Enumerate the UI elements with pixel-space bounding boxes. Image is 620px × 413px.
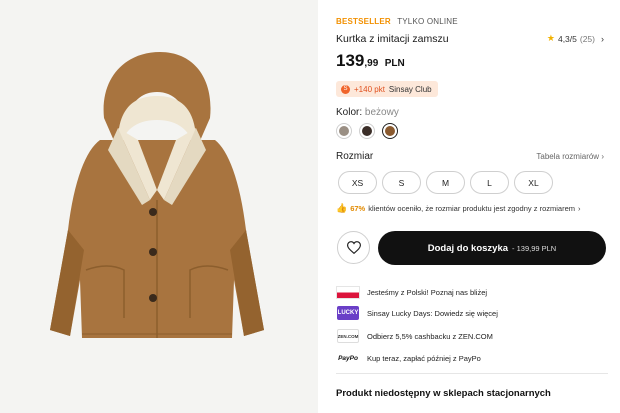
chevron-right-icon: › — [601, 152, 604, 161]
rating-value: 4,3/5 — [557, 33, 577, 44]
promo-text: Jesteśmy z Polski! Poznaj nas bliżej — [367, 287, 488, 297]
price-main: 139 — [336, 51, 365, 70]
rating-summary[interactable]: ★ 4,3/5 (25) › — [547, 33, 604, 44]
add-to-cart-button[interactable]: Dodaj do koszyka - 139,99 PLN — [378, 231, 606, 265]
paypo-icon: PayPo — [338, 354, 358, 362]
chevron-right-icon: › — [578, 204, 581, 213]
color-label-row: Kolor: beżowy — [336, 107, 399, 118]
size-xl-button[interactable]: XL — [514, 171, 553, 194]
size-l-button[interactable]: L — [470, 171, 509, 194]
club-name: Sinsay Club — [388, 84, 432, 94]
promo-polish[interactable]: Jesteśmy z Polski! Poznaj nas bliżej — [336, 283, 487, 301]
wishlist-button[interactable] — [337, 231, 370, 264]
price-decimals: ,99 — [364, 58, 379, 69]
promo-text: Sinsay Lucky Days: Dowiedz się więcej — [367, 308, 498, 318]
lucky-days-icon: LUCKY — [337, 306, 359, 320]
club-points-badge[interactable]: S +140 pkt Sinsay Club — [336, 81, 438, 97]
color-value: beżowy — [364, 107, 399, 118]
online-only-tag: TYLKO ONLINE — [397, 17, 458, 26]
swatch-beige[interactable] — [382, 123, 398, 139]
swatch-grey-brown[interactable] — [336, 123, 352, 139]
size-label: Rozmiar — [336, 151, 374, 162]
add-to-cart-label: Dodaj do koszyka — [427, 242, 509, 254]
chevron-right-icon: › — [601, 33, 604, 44]
club-points: +140 pkt — [354, 84, 385, 94]
promo-zen[interactable]: ZEN.COM Odbierz 5,5% cashbacku z ZEN.COM — [336, 327, 493, 345]
size-m-button[interactable]: M — [426, 171, 465, 194]
product-title: Kurtka z imitacji zamszu — [336, 33, 449, 45]
thumbs-up-icon: 👍 — [336, 203, 348, 213]
color-label: Kolor: — [336, 107, 363, 118]
product-info-panel: BESTSELLER TYLKO ONLINE Kurtka z imitacj… — [336, 0, 608, 413]
product-image[interactable] — [0, 0, 318, 413]
size-xs-button[interactable]: XS — [338, 171, 377, 194]
promo-text: Odbierz 5,5% cashbacku z ZEN.COM — [367, 331, 493, 341]
star-icon: ★ — [546, 33, 555, 43]
product-price: 139,99 PLN — [336, 51, 405, 71]
size-guide-link[interactable]: Tabela rozmiarów › — [536, 152, 604, 161]
promo-lucky-days[interactable]: LUCKY Sinsay Lucky Days: Dowiedz się wię… — [336, 304, 498, 322]
divider — [336, 373, 608, 374]
jacket-illustration — [50, 52, 264, 338]
club-icon: S — [341, 84, 350, 94]
fit-percent: 67% — [350, 204, 366, 213]
add-to-cart-price: - 139,99 PLN — [512, 243, 557, 253]
store-availability: Produkt niedostępny w sklepach stacjonar… — [336, 388, 551, 399]
promo-text: Kup teraz, zapłać później z PayPo — [367, 353, 481, 363]
fit-text: klientów oceniło, że rozmiar produktu je… — [368, 204, 575, 213]
color-swatches — [336, 123, 398, 139]
rating-count: (25) — [579, 33, 595, 44]
polish-flag-icon — [336, 285, 360, 299]
swatch-dark-brown[interactable] — [359, 123, 375, 139]
size-options: XS S M L XL — [338, 171, 553, 194]
price-currency: PLN — [384, 58, 405, 69]
promo-paypo[interactable]: PayPo Kup teraz, zapłać później z PayPo — [336, 349, 481, 367]
size-fit-info[interactable]: 👍 67% klientów oceniło, że rozmiar produ… — [336, 203, 581, 214]
size-s-button[interactable]: S — [382, 171, 421, 194]
heart-icon — [346, 241, 361, 254]
product-tags: BESTSELLER TYLKO ONLINE — [336, 17, 458, 26]
zen-icon: ZEN.COM — [337, 329, 359, 343]
bestseller-tag: BESTSELLER — [336, 17, 391, 26]
